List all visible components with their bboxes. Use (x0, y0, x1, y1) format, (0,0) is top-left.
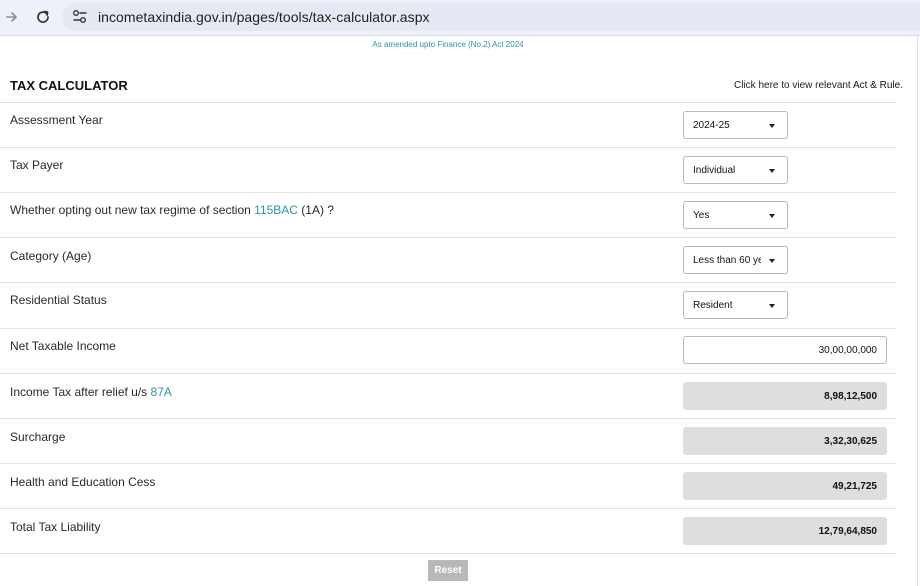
act-rule-link[interactable]: Click here to view relevant Act & Rule. (734, 80, 903, 91)
cess-label: Health and Education Cess (10, 475, 156, 489)
residential-status-select[interactable]: Resident (683, 291, 788, 319)
page-edge-divider (917, 36, 918, 586)
opting-out-value: Yes (693, 210, 710, 221)
opting-out-label: Whether opting out new tax regime of sec… (10, 203, 334, 217)
reload-icon[interactable] (32, 6, 54, 28)
surcharge-output: 3,32,30,625 (683, 427, 887, 455)
caret-down-icon (769, 124, 775, 128)
opting-out-select[interactable]: Yes (683, 201, 788, 229)
bottom-divider (0, 553, 896, 554)
page-title: TAX CALCULATOR (10, 78, 128, 93)
net-taxable-income-input[interactable] (684, 337, 886, 363)
act-link-prefix: Click here to view relevant (734, 80, 853, 91)
cess-output: 49,21,725 (683, 472, 887, 500)
section-115bac-link[interactable]: 115BAC (254, 203, 298, 217)
income-tax-label-prefix: Income Tax after relief u/s (10, 385, 151, 399)
surcharge-value: 3,32,30,625 (824, 436, 877, 447)
residential-status-value: Resident (693, 300, 733, 311)
residential-status-label: Residential Status (10, 293, 107, 307)
opting-out-label-prefix: Whether opting out new tax regime of sec… (10, 203, 255, 217)
address-bar[interactable]: incometaxindia.gov.in/pages/tools/tax-ca… (62, 3, 920, 31)
caret-down-icon (769, 259, 775, 263)
tax-payer-select[interactable]: Individual (683, 156, 788, 184)
assessment-year-value: 2024-25 (693, 120, 730, 131)
category-age-value: Less than 60 years (693, 255, 761, 266)
tax-payer-label: Tax Payer (10, 158, 64, 172)
act-link-bold[interactable]: Act & Rule. (853, 80, 903, 91)
reset-button[interactable]: Reset (428, 560, 468, 581)
total-tax-label: Total Tax Liability (10, 520, 101, 534)
net-taxable-income-field[interactable] (683, 336, 887, 364)
browser-toolbar: incometaxindia.gov.in/pages/tools/tax-ca… (0, 0, 920, 36)
section-87a-link[interactable]: 87A (151, 385, 172, 399)
assessment-year-select[interactable]: 2024-25 (683, 111, 788, 139)
total-tax-value: 12,79,64,850 (818, 526, 877, 537)
amended-note: As amended upto Finance (No.2) Act 2024 (372, 40, 524, 49)
category-age-select[interactable]: Less than 60 years (683, 246, 788, 274)
category-age-label: Category (Age) (10, 249, 92, 263)
tax-payer-value: Individual (693, 165, 736, 176)
cess-value: 49,21,725 (832, 481, 878, 492)
net-taxable-income-label: Net Taxable Income (10, 339, 116, 353)
url-text[interactable]: incometaxindia.gov.in/pages/tools/tax-ca… (98, 9, 430, 25)
caret-down-icon (769, 304, 775, 308)
income-tax-value: 8,98,12,500 (824, 391, 877, 402)
opting-out-label-suffix: (1A) ? (297, 203, 334, 217)
assessment-year-label: Assessment Year (10, 113, 103, 127)
caret-down-icon (769, 169, 775, 173)
total-tax-output: 12,79,64,850 (683, 517, 887, 545)
tune-icon[interactable] (72, 8, 88, 26)
caret-down-icon (769, 214, 775, 218)
forward-arrow-icon[interactable] (1, 6, 23, 28)
surcharge-label: Surcharge (10, 430, 66, 444)
income-tax-label: Income Tax after relief u/s 87A (10, 385, 172, 399)
income-tax-output: 8,98,12,500 (683, 382, 887, 410)
